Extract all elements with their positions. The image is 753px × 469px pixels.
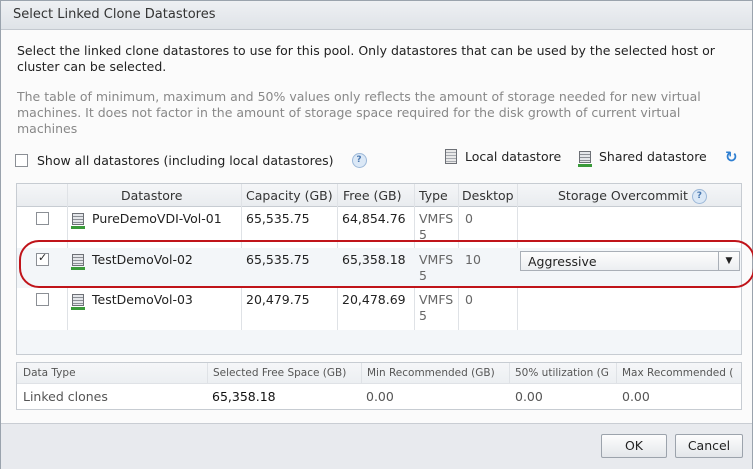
intro-text: Select the linked clone datastores to us… [17,43,715,74]
desktop-value: 10 [465,252,481,267]
empty-row [17,330,741,354]
col-storage-overcommit[interactable]: Storage Overcommit ? [558,188,707,204]
summary-selected-free: 65,358.18 [212,389,276,404]
type-line-1: VMFS [419,211,454,226]
free-value: 20,478.69 [342,292,406,307]
divider [509,363,510,383]
datastore-table: Datastore Capacity (GB) Free (GB) Type D… [16,183,742,355]
type-line-1: VMFS [419,252,454,267]
type-value: VMFS 5 [419,292,453,324]
dialog-title: Select Linked Clone Datastores [13,7,216,22]
summary-col-max: Max Recommended ( [622,367,734,379]
legend-shared: Shared datastore [578,149,707,167]
shared-datastore-icon [71,294,85,310]
capacity-value: 65,535.75 [246,211,310,226]
datastore-name: TestDemoVol-03 [92,292,193,307]
storage-overcommit-value: Aggressive [528,254,597,269]
col-storage-overcommit-label: Storage Overcommit [558,188,688,203]
table-header: Datastore Capacity (GB) Free (GB) Type D… [17,184,741,207]
storage-note: The table of minimum, maximum and 50% va… [17,89,701,136]
summary-header: Data Type Selected Free Space (GB) Min R… [17,363,741,384]
col-datastore[interactable]: Datastore [121,188,182,203]
table-row[interactable]: PureDemoVDI-Vol-01 65,535.75 64,854.76 V… [17,207,741,249]
summary-col-selected-free: Selected Free Space (GB) [213,367,347,379]
row-checkbox[interactable] [36,251,49,266]
table-row[interactable]: TestDemoVol-03 20,479.75 20,478.69 VMFS … [17,288,741,330]
legend-local-label: Local datastore [465,149,562,164]
summary-min: 0.00 [366,389,394,404]
datastore-name: TestDemoVol-02 [92,252,193,267]
divider [361,363,362,383]
storage-summary-table: Data Type Selected Free Space (GB) Min R… [16,362,742,410]
col-type[interactable]: Type [419,188,448,203]
col-capacity[interactable]: Capacity (GB) [246,188,333,203]
type-line-2: 5 [419,227,427,242]
cancel-button[interactable]: Cancel [675,434,743,458]
summary-col-min: Min Recommended (GB) [367,367,495,379]
datastore-name: PureDemoVDI-Vol-01 [92,211,222,226]
dialog: Select Linked Clone Datastores Select th… [0,0,753,469]
type-value: VMFS 5 [419,252,453,284]
shared-datastore-icon [71,254,85,270]
table-row[interactable]: TestDemoVol-02 65,535.75 65,358.18 VMFS … [17,248,741,288]
summary-col-50pct: 50% utilization (G [515,367,609,379]
capacity-value: 65,535.75 [246,252,310,267]
show-all-label: Show all datastores (including local dat… [36,153,334,168]
type-line-1: VMFS [419,292,454,307]
overcommit-help-icon[interactable]: ? [691,189,707,204]
free-value: 65,358.18 [342,252,406,267]
shared-datastore-icon [71,213,85,229]
local-datastore-icon [445,149,457,164]
type-line-2: 5 [419,268,427,283]
col-desktop[interactable]: Desktop [462,188,514,203]
shared-datastore-icon [578,150,592,167]
help-icon[interactable]: ? [351,153,367,168]
col-free[interactable]: Free (GB) [343,188,402,203]
row-checkbox[interactable] [36,212,49,225]
summary-col-data-type: Data Type [23,367,76,379]
type-line-2: 5 [419,308,427,323]
refresh-icon[interactable]: ↻ [725,148,738,166]
legend-local: Local datastore [445,149,561,164]
desktop-value: 0 [465,211,473,226]
summary-50pct: 0.00 [515,389,543,404]
type-value: VMFS 5 [419,211,453,243]
divider [207,363,208,383]
show-all-datastores[interactable]: Show all datastores (including local dat… [15,152,367,168]
dropdown-arrow-icon[interactable]: ▼ [718,252,739,270]
row-checkbox[interactable] [36,293,49,306]
storage-overcommit-select[interactable]: Aggressive ▼ [520,251,740,271]
summary-data-type: Linked clones [23,389,108,404]
desktop-value: 0 [465,292,473,307]
legend-shared-label: Shared datastore [599,149,707,164]
free-value: 64,854.76 [342,211,406,226]
divider [616,363,617,383]
ok-button[interactable]: OK [601,434,667,458]
dialog-footer: OK Cancel [1,423,752,469]
capacity-value: 20,479.75 [246,292,310,307]
summary-max: 0.00 [622,389,650,404]
show-all-checkbox[interactable] [15,154,28,167]
title-bar: Select Linked Clone Datastores [1,1,752,30]
